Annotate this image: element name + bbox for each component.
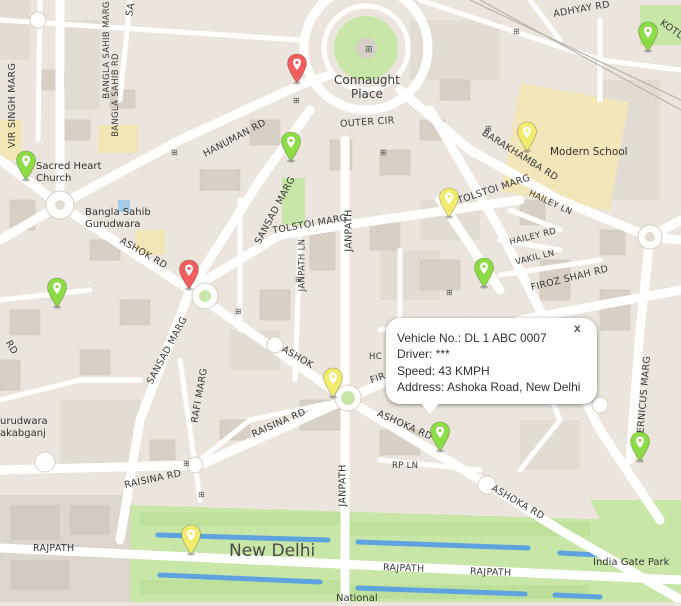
- svg-text:⊞: ⊞: [198, 490, 205, 499]
- vehicle-number: Vehicle No.: DL 1 ABC 0007: [397, 331, 547, 345]
- marker-green-copernicus[interactable]: [629, 431, 651, 463]
- vehicle-address: Address: Ashoka Road, New Delhi: [397, 379, 581, 394]
- vehicle-speed: Speed: 43 KMPH: [397, 363, 490, 378]
- road-label-rp-ln: RP LN: [392, 461, 419, 471]
- label-gurudwara-rakabganj: urudwara akabganj: [0, 416, 48, 439]
- marker-yellow-tolstoi[interactable]: [438, 187, 460, 219]
- marker-green-left[interactable]: [46, 277, 68, 309]
- vehicle-info-lines: Vehicle No.: DL 1 ABC 0007 Driver: *** S…: [397, 330, 580, 395]
- road-label-janpath-ln: JANPATH LN: [297, 238, 308, 292]
- marker-green-ashoka-rd[interactable]: [429, 421, 451, 453]
- road-label-janpath-1: JANPATH: [343, 209, 355, 252]
- label-new-delhi: New Delhi: [229, 541, 316, 561]
- road-label-hc: HC: [369, 352, 382, 362]
- driver-name: Driver: ***: [397, 347, 450, 362]
- road-label-janpath-2: JANPATH: [337, 464, 349, 507]
- road-label-vir-singh-marg: VIR SINGH MARG: [7, 62, 19, 149]
- popup-pointer: [420, 402, 440, 414]
- svg-text:⊞: ⊞: [380, 148, 387, 157]
- svg-text:⊞: ⊞: [293, 96, 300, 105]
- label-national: National: [336, 593, 378, 604]
- label-india-gate-park: India Gate Park: [593, 557, 670, 568]
- svg-text:⊞: ⊞: [365, 45, 373, 55]
- marker-red-ashok-rd[interactable]: [178, 259, 200, 291]
- road-label-bangla-sahib-rd: BANGLA SAHIB RD: [110, 53, 121, 137]
- road-label-rajpath-2: RAJPATH: [382, 562, 425, 575]
- marker-yellow-barakhamba[interactable]: [516, 121, 538, 153]
- marker-green-firoz-shah[interactable]: [473, 257, 495, 289]
- svg-text:⊞: ⊞: [446, 288, 453, 297]
- label-modern-school: Modern School: [550, 146, 628, 158]
- label-sacred-heart-church: Sacred Heart Church: [36, 161, 102, 184]
- label-bangla-sahib-gurudwara: Bangla Sahib Gurudwara: [85, 207, 151, 230]
- marker-green-sacred-heart[interactable]: [15, 150, 37, 182]
- svg-text:⊞: ⊞: [171, 148, 178, 157]
- marker-green-hanuman-rd[interactable]: [280, 131, 302, 163]
- road-label-top-sa: SA: [124, 1, 138, 18]
- svg-text:⊞: ⊞: [183, 459, 190, 468]
- marker-red-connaught[interactable]: [286, 53, 308, 85]
- marker-green-kotla[interactable]: [637, 21, 659, 53]
- popup-close-button[interactable]: x: [574, 321, 581, 335]
- svg-text:⊞: ⊞: [513, 27, 520, 36]
- svg-text:⊞: ⊞: [235, 307, 242, 316]
- marker-yellow-rajpath[interactable]: [180, 524, 202, 556]
- label-connaught-place: Connaught Place: [334, 73, 400, 101]
- road-label-rajpath-3: RAJPATH: [469, 566, 512, 579]
- marker-yellow-janpath[interactable]: [322, 367, 344, 399]
- road-label-rajpath-1: RAJPATH: [33, 543, 75, 554]
- vehicle-info-popup: Vehicle No.: DL 1 ABC 0007 Driver: *** S…: [386, 318, 597, 404]
